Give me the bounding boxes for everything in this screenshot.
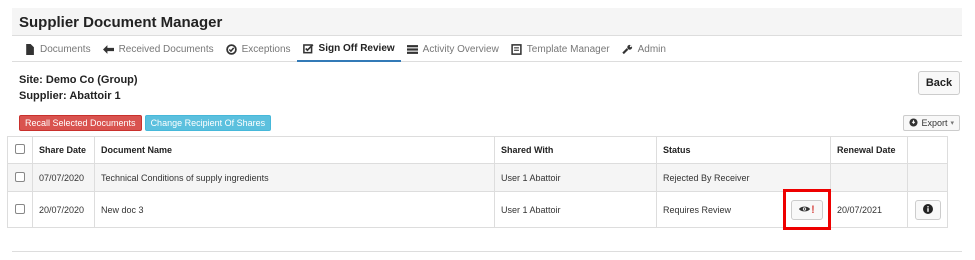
header-shared-with[interactable]: Shared With	[494, 136, 657, 164]
tab-sign-off-review[interactable]: Sign Off Review	[296, 36, 401, 62]
tab-admin[interactable]: Admin	[616, 36, 672, 62]
review-document-button[interactable]: !	[791, 199, 823, 220]
table-row: 07/07/2020 Technical Conditions of suppl…	[7, 163, 948, 192]
tab-received-documents[interactable]: Received Documents	[97, 36, 220, 62]
template-icon	[511, 43, 522, 55]
tab-activity-overview[interactable]: Activity Overview	[401, 36, 505, 62]
context-info: Site: Demo Co (Group) Supplier: Abattoir…	[12, 62, 962, 108]
row-select-cell	[7, 191, 33, 228]
cell-status: Rejected By Receiver	[656, 163, 831, 192]
cell-status: Requires Review !	[656, 189, 831, 230]
header-renewal-date[interactable]: Renewal Date	[830, 136, 908, 164]
caret-down-icon: ▾	[950, 120, 954, 127]
cell-shared-with: User 1 Abattoir	[494, 191, 657, 228]
header-actions	[907, 136, 948, 164]
header-status[interactable]: Status	[656, 136, 831, 164]
export-circle-icon	[909, 117, 919, 129]
cell-shared-with: User 1 Abattoir	[494, 163, 657, 192]
tab-template-manager[interactable]: Template Manager	[505, 36, 616, 62]
recall-selected-button[interactable]: Recall Selected Documents	[19, 115, 142, 131]
wrench-icon	[621, 44, 633, 55]
tab-label: Admin	[637, 43, 666, 55]
site-label: Site: Demo Co (Group)	[19, 74, 138, 86]
cell-document-name: Technical Conditions of supply ingredien…	[94, 163, 495, 192]
tab-label: Template Manager	[526, 43, 610, 55]
cell-share-date: 07/07/2020	[32, 163, 95, 192]
cell-renewal-date: 20/07/2021	[830, 191, 908, 228]
header-document-name[interactable]: Document Name	[94, 136, 495, 164]
cell-share-date: 20/07/2020	[32, 191, 95, 228]
row-select-cell	[7, 163, 33, 192]
list-icon	[406, 44, 418, 55]
table-row: 20/07/2020 New doc 3 User 1 Abattoir Req…	[7, 189, 948, 230]
info-circle-icon	[922, 203, 933, 216]
highlight-box: !	[783, 189, 831, 230]
select-all-cell	[7, 136, 33, 164]
row-checkbox[interactable]	[15, 203, 25, 214]
nav-tabs: Documents Received Documents Exceptions …	[12, 36, 962, 62]
cell-document-name: New doc 3	[94, 191, 495, 228]
change-recipient-button[interactable]: Change Recipient Of Shares	[144, 115, 272, 131]
export-label: Export	[921, 118, 948, 128]
cell-actions	[907, 191, 948, 228]
shares-table: Share Date Document Name Shared With Sta…	[7, 136, 948, 230]
arrow-left-icon	[102, 44, 114, 55]
tab-label: Documents	[40, 43, 91, 55]
eye-icon	[799, 205, 811, 215]
cell-actions	[907, 163, 948, 192]
checkbox-edit-icon	[302, 43, 314, 54]
status-text: Requires Review	[663, 204, 732, 215]
divider	[12, 251, 962, 252]
tab-documents[interactable]: Documents	[18, 36, 97, 62]
tab-exceptions[interactable]: Exceptions	[220, 36, 297, 62]
row-checkbox[interactable]	[15, 171, 25, 182]
app-title: Supplier Document Manager	[12, 8, 962, 36]
page: Supplier Document Manager Documents Rece…	[12, 8, 962, 139]
tab-label: Sign Off Review	[318, 42, 395, 54]
tab-label: Activity Overview	[422, 43, 499, 55]
info-button[interactable]	[914, 199, 941, 220]
exclamation-icon: !	[811, 203, 815, 216]
cell-renewal-date	[830, 163, 908, 192]
supplier-label: Supplier: Abattoir 1	[19, 90, 121, 102]
table-header-row: Share Date Document Name Shared With Sta…	[7, 136, 948, 164]
tab-label: Received Documents	[118, 43, 214, 55]
export-button[interactable]: Export ▾	[903, 115, 960, 131]
back-button[interactable]: Back	[918, 71, 960, 95]
header-share-date[interactable]: Share Date	[32, 136, 95, 164]
check-circle-icon	[225, 43, 237, 55]
tab-label: Exceptions	[241, 43, 291, 55]
file-icon	[24, 43, 35, 55]
select-all-checkbox[interactable]	[15, 144, 25, 154]
